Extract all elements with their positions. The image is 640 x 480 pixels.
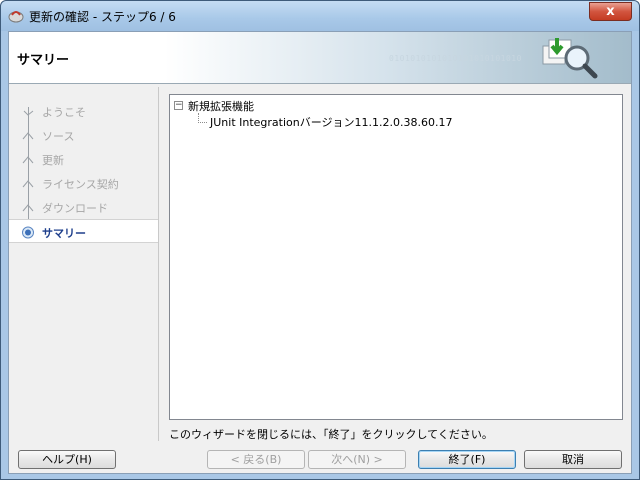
step-source[interactable]: ソース <box>9 123 158 147</box>
step-done-icon <box>22 132 34 140</box>
step-update[interactable]: 更新 <box>9 147 158 171</box>
tree-child-node[interactable]: JUnit Integrationバージョン11.1.2.0.38.60.17 <box>210 114 453 130</box>
back-button[interactable]: < 戻る(B) <box>207 450 305 469</box>
tree-connector-line <box>198 113 207 123</box>
instruction-text: このウィザードを閉じるには、「終了」をクリックしてください。 <box>169 428 493 441</box>
download-magnifier-icon <box>542 38 598 79</box>
window-title: 更新の確認 - ステップ6 / 6 <box>29 10 176 24</box>
step-label: ダウンロード <box>42 202 108 215</box>
close-button[interactable]: x <box>589 2 632 21</box>
wizard-window: 更新の確認 - ステップ6 / 6 x サマリー 010101010101010… <box>0 0 640 480</box>
step-label: 更新 <box>42 154 64 167</box>
header-banner: サマリー 0101010101010101010101010 <box>9 32 631 84</box>
cancel-button[interactable]: 取消 <box>524 450 622 469</box>
step-done-icon <box>23 110 34 116</box>
page-title: サマリー <box>17 53 70 68</box>
banner-binary-decoration: 0101010101010101010101010 <box>389 54 522 63</box>
main-panel: − 新規拡張機能 JUnit Integrationバージョン11.1.2.0.… <box>163 87 627 441</box>
step-download[interactable]: ダウンロード <box>9 195 158 219</box>
step-summary[interactable]: サマリー <box>9 219 158 243</box>
step-label: ライセンス契約 <box>42 178 119 191</box>
tree-root-label: 新規拡張機能 <box>188 100 254 113</box>
close-icon: x <box>606 4 615 19</box>
step-license[interactable]: ライセンス契約 <box>9 171 158 195</box>
next-button[interactable]: 次へ(N) > <box>308 450 406 469</box>
finish-button[interactable]: 終了(F) <box>418 450 516 469</box>
step-done-icon <box>22 180 34 188</box>
step-done-icon <box>22 156 34 164</box>
step-label: サマリー <box>42 227 86 240</box>
collapse-icon[interactable]: − <box>174 101 183 110</box>
app-icon <box>8 11 24 23</box>
step-navigation: ようこそ ソース 更新 ライセンス契約 ダウンロード サマリー <box>9 87 159 441</box>
step-welcome[interactable]: ようこそ <box>9 99 158 123</box>
step-label: ソース <box>42 130 75 143</box>
summary-tree[interactable]: − 新規拡張機能 JUnit Integrationバージョン11.1.2.0.… <box>169 94 623 420</box>
step-label: ようこそ <box>42 106 86 119</box>
step-current-icon <box>22 226 34 239</box>
client-area: サマリー 0101010101010101010101010 ようこそ ソース <box>8 31 632 474</box>
help-button[interactable]: ヘルプ(H) <box>18 450 116 469</box>
title-bar[interactable]: 更新の確認 - ステップ6 / 6 x <box>1 1 639 31</box>
step-done-icon <box>22 204 34 212</box>
